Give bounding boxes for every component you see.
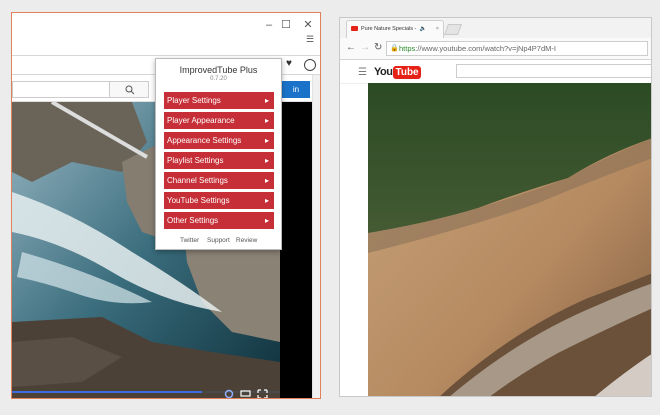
tab-title: Pure Nature Specials -: [361, 26, 417, 32]
menu-item-label: YouTube Settings: [167, 196, 230, 205]
menu-item-label: Playlist Settings: [167, 156, 224, 165]
player-appearance-button[interactable]: Player Appearance ▸: [164, 112, 274, 129]
chevron-right-icon: ▸: [264, 196, 269, 205]
popup-title: ImprovedTube Plus: [179, 65, 258, 75]
logo-tube: Tube: [393, 65, 421, 79]
review-link[interactable]: Review: [236, 237, 257, 244]
chevron-right-icon: ▸: [264, 216, 269, 225]
reload-icon[interactable]: ↻: [374, 42, 382, 53]
search-input[interactable]: [12, 81, 109, 98]
back-arrow-icon[interactable]: ←: [346, 42, 356, 53]
youtube-settings-button[interactable]: YouTube Settings ▸: [164, 192, 274, 209]
popup-version: 0.7.20: [210, 76, 227, 82]
close-button[interactable]: ✕: [302, 19, 314, 31]
scrollbar[interactable]: [312, 75, 320, 398]
menu-item-label: Appearance Settings: [167, 136, 242, 145]
channel-settings-button[interactable]: Channel Settings ▸: [164, 172, 274, 189]
new-tab-button[interactable]: [443, 24, 463, 35]
hamburger-icon[interactable]: ☰: [304, 33, 316, 45]
magnifier-icon: [125, 85, 135, 95]
other-settings-button[interactable]: Other Settings ▸: [164, 212, 274, 229]
speaker-icon: 🔈: [419, 26, 427, 32]
youtube-favicon-icon: [351, 26, 358, 31]
logo-you: You: [374, 66, 393, 78]
search-input[interactable]: [456, 64, 651, 78]
youtube-logo[interactable]: You Tube: [374, 65, 421, 79]
chevron-right-icon: ▸: [264, 176, 269, 185]
address-bar[interactable]: 🔒 https://www.youtube.com/watch?v=jNp4P7…: [386, 41, 648, 56]
twitter-link[interactable]: Twitter: [180, 237, 199, 244]
right-browser-window: Pure Nature Specials - 🔈 × ← → ↻ 🔒 https…: [339, 17, 652, 397]
hamburger-icon[interactable]: ☰: [358, 67, 367, 78]
forward-arrow-icon[interactable]: →: [360, 42, 370, 53]
chevron-right-icon: ▸: [264, 136, 269, 145]
sign-in-button[interactable]: in: [282, 81, 310, 98]
appearance-settings-button[interactable]: Appearance Settings ▸: [164, 132, 274, 149]
left-titlebar: – ☐ ✕ ☰: [12, 13, 320, 45]
youtube-header: ☰ You Tube: [340, 60, 651, 84]
lock-icon: 🔒: [390, 45, 399, 52]
right-video-player[interactable]: [368, 83, 651, 396]
chevron-right-icon: ▸: [264, 116, 269, 125]
beach-video-frame: [368, 83, 651, 396]
search-button[interactable]: [109, 81, 149, 98]
menu-item-label: Channel Settings: [167, 176, 228, 185]
maximize-button[interactable]: ☐: [280, 19, 292, 31]
improvedtube-popup: ImprovedTube Plus 0.7.20 Player Settings…: [155, 58, 282, 250]
playlist-settings-button[interactable]: Playlist Settings ▸: [164, 152, 274, 169]
menu-item-label: Player Appearance: [167, 116, 235, 125]
heart-icon[interactable]: ♥: [286, 58, 298, 70]
support-link[interactable]: Support: [207, 237, 230, 244]
tab-pure-nature[interactable]: Pure Nature Specials - 🔈 ×: [346, 20, 444, 38]
account-icon[interactable]: [304, 59, 316, 71]
chevron-right-icon: ▸: [264, 156, 269, 165]
chevron-right-icon: ▸: [264, 96, 269, 105]
tab-close-icon[interactable]: ×: [436, 21, 439, 37]
url-scheme: https: [399, 44, 416, 53]
minimize-button[interactable]: –: [263, 19, 275, 31]
menu-item-label: Player Settings: [167, 96, 221, 105]
tab-strip: Pure Nature Specials - 🔈 ×: [340, 18, 651, 38]
player-settings-button[interactable]: Player Settings ▸: [164, 92, 274, 109]
url-rest: ://www.youtube.com/watch?v=jNp4P7dM-I: [415, 44, 556, 53]
navigation-bar: ← → ↻ 🔒 https://www.youtube.com/watch?v=…: [340, 38, 651, 60]
menu-item-label: Other Settings: [167, 216, 219, 225]
